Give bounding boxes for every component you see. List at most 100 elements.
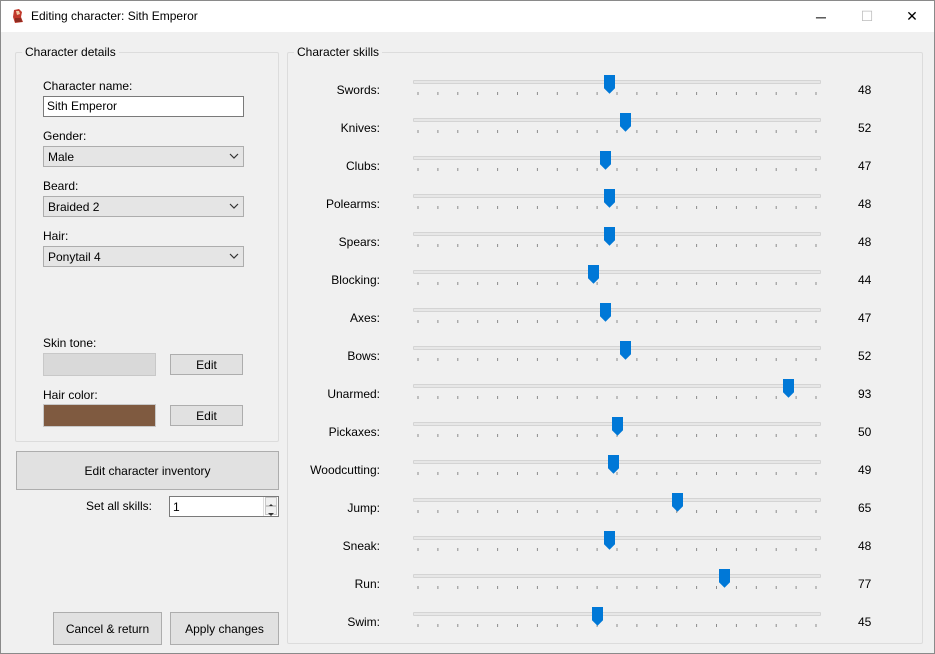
- slider-ticks: [413, 206, 821, 210]
- cancel-return-button[interactable]: Cancel & return: [53, 612, 162, 645]
- slider-ticks: [413, 92, 821, 96]
- skill-row: Knives: 52: [288, 113, 922, 153]
- slider-ticks: [413, 396, 821, 400]
- skill-slider[interactable]: [413, 379, 821, 411]
- gender-select[interactable]: Male: [43, 146, 244, 167]
- slider-thumb[interactable]: [592, 607, 604, 626]
- slider-track: [413, 156, 821, 160]
- skill-label: Woodcutting:: [310, 463, 380, 477]
- skill-slider[interactable]: [413, 227, 821, 259]
- skill-label: Sneak:: [342, 539, 380, 553]
- skill-slider[interactable]: [413, 265, 821, 297]
- skill-row: Woodcutting: 49: [288, 455, 922, 495]
- skill-slider[interactable]: [413, 607, 821, 639]
- skill-slider[interactable]: [413, 455, 821, 487]
- skill-label: Polearms:: [325, 197, 380, 211]
- skill-slider[interactable]: [413, 151, 821, 183]
- chevron-down-icon: [268, 513, 274, 516]
- skill-slider[interactable]: [413, 75, 821, 107]
- skill-value: 48: [858, 197, 872, 211]
- slider-thumb[interactable]: [612, 417, 623, 436]
- slider-track: [413, 574, 821, 578]
- spinner-up-button[interactable]: [265, 497, 277, 507]
- skill-row: Sneak: 48: [288, 531, 922, 571]
- slider-ticks: [413, 510, 821, 514]
- skill-label: Swim:: [347, 615, 380, 629]
- hair-select[interactable]: Ponytail 4: [43, 246, 244, 267]
- skill-value: 77: [858, 577, 872, 591]
- character-details-title: Character details: [22, 45, 119, 59]
- skill-slider[interactable]: [413, 189, 821, 221]
- skin-tone-edit-button[interactable]: Edit: [170, 354, 243, 375]
- character-name-input[interactable]: Sith Emperor: [43, 96, 244, 117]
- slider-thumb[interactable]: [588, 265, 600, 284]
- set-all-skills-value: 1: [173, 500, 180, 514]
- hair-color-edit-button[interactable]: Edit: [170, 405, 243, 426]
- beard-value: Braided 2: [48, 200, 100, 214]
- skill-value: 52: [858, 121, 872, 135]
- hair-color-label: Hair color:: [43, 388, 98, 402]
- skill-value: 52: [858, 349, 872, 363]
- close-button[interactable]: ✕: [889, 1, 935, 32]
- beard-select[interactable]: Braided 2: [43, 196, 244, 217]
- skill-slider[interactable]: [413, 493, 821, 525]
- skill-value: 65: [858, 501, 872, 515]
- slider-track: [413, 536, 821, 540]
- skills-list: Swords: 48 Knives: 52 Clubs: 47 Polearms: 48 Spe…: [288, 75, 922, 643]
- skill-label: Bows:: [347, 349, 380, 363]
- skin-tone-swatch: [43, 353, 156, 376]
- skill-value: 93: [858, 387, 872, 401]
- skill-slider[interactable]: [413, 303, 821, 335]
- chevron-down-icon: [229, 203, 239, 209]
- beard-label: Beard:: [43, 179, 79, 193]
- skill-row: Swords: 48: [288, 75, 922, 115]
- chevron-down-icon: [229, 153, 239, 159]
- edit-inventory-button[interactable]: Edit character inventory: [16, 451, 279, 490]
- skill-slider[interactable]: [413, 113, 821, 145]
- slider-ticks: [413, 244, 821, 248]
- slider-thumb[interactable]: [604, 189, 616, 208]
- skill-label: Pickaxes:: [328, 425, 380, 439]
- skill-row: Polearms: 48: [288, 189, 922, 229]
- slider-thumb[interactable]: [604, 531, 616, 550]
- skill-slider[interactable]: [413, 569, 821, 601]
- slider-thumb[interactable]: [783, 379, 795, 398]
- skill-slider[interactable]: [413, 531, 821, 563]
- skill-value: 48: [858, 539, 872, 553]
- slider-thumb[interactable]: [671, 493, 683, 512]
- slider-ticks: [413, 548, 821, 552]
- skill-value: 48: [858, 235, 872, 249]
- slider-thumb[interactable]: [619, 113, 631, 132]
- maximize-button[interactable]: ☐: [844, 1, 890, 32]
- apply-changes-button[interactable]: Apply changes: [170, 612, 279, 645]
- skill-value: 44: [858, 273, 872, 287]
- skill-label: Knives:: [340, 121, 380, 135]
- slider-track: [413, 194, 821, 198]
- app-icon: [13, 9, 23, 23]
- slider-thumb[interactable]: [719, 569, 731, 588]
- skill-slider[interactable]: [413, 341, 821, 373]
- editor-window: Editing character: Sith Emperor ─ ☐ ✕ Ch…: [0, 0, 935, 654]
- spinner-buttons: [263, 497, 278, 516]
- character-skills-group: Character skills Swords: 48 Knives: 52 Clubs…: [287, 45, 923, 644]
- minimize-button[interactable]: ─: [798, 1, 844, 32]
- skill-row: Clubs: 47: [288, 151, 922, 191]
- slider-track: [413, 384, 821, 388]
- slider-thumb[interactable]: [600, 303, 612, 322]
- slider-thumb[interactable]: [604, 75, 616, 94]
- slider-track: [413, 612, 821, 616]
- chevron-down-icon: [229, 253, 239, 259]
- set-all-skills-spinner[interactable]: 1: [169, 496, 279, 517]
- slider-track: [413, 346, 821, 350]
- spinner-down-button[interactable]: [265, 506, 277, 516]
- slider-thumb[interactable]: [608, 455, 620, 474]
- slider-thumb[interactable]: [619, 341, 631, 360]
- slider-thumb[interactable]: [604, 227, 616, 246]
- skill-slider[interactable]: [413, 417, 821, 449]
- skill-row: Unarmed: 93: [288, 379, 922, 419]
- skill-row: Bows: 52: [288, 341, 922, 381]
- hair-label: Hair:: [43, 229, 69, 243]
- slider-ticks: [413, 168, 821, 172]
- slider-thumb[interactable]: [600, 151, 612, 170]
- hair-color-swatch: [43, 404, 156, 427]
